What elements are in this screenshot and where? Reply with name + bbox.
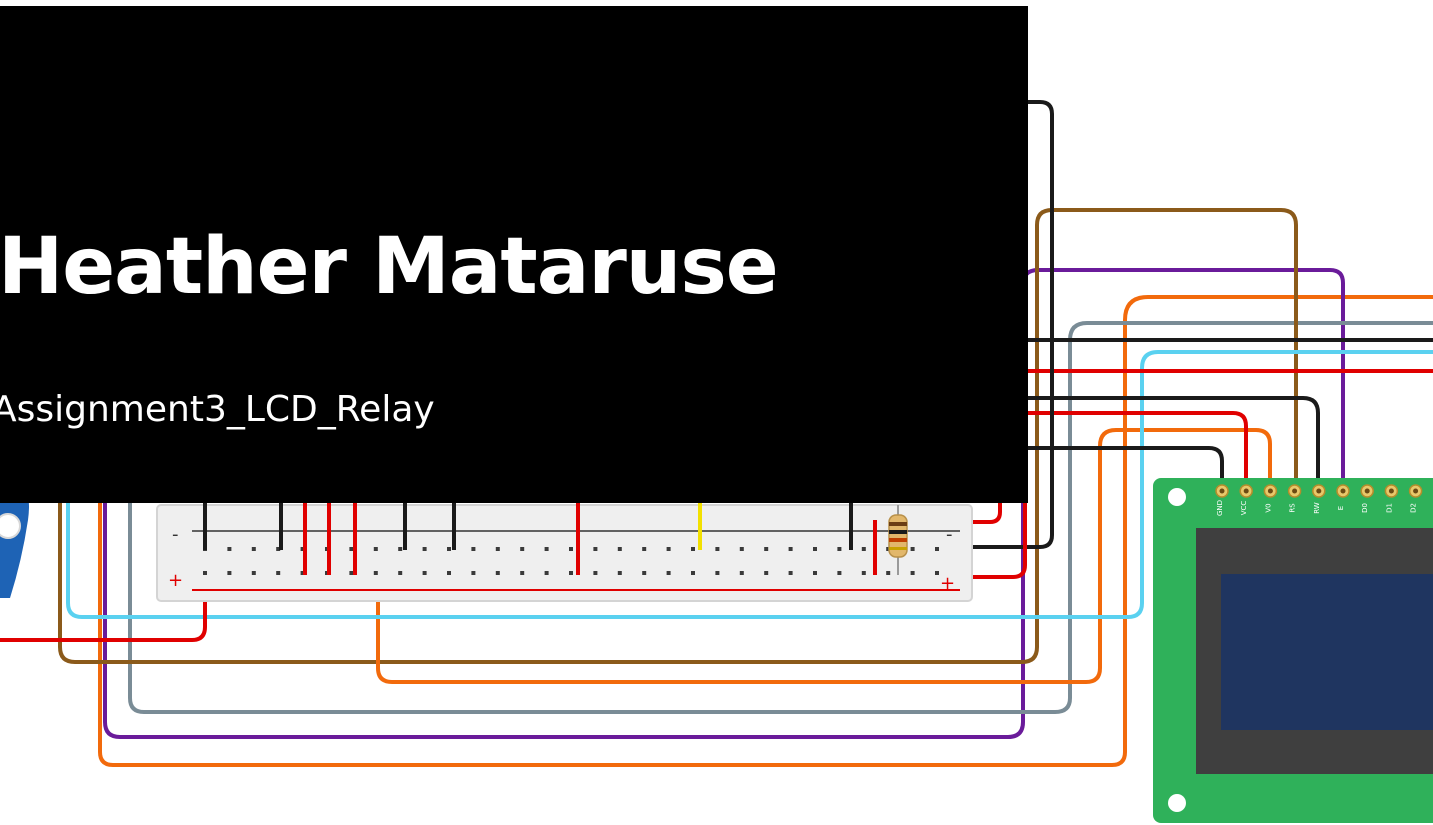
breadboard-minus-label: - [172,524,179,545]
lcd-pin-label: D1 [1385,503,1393,513]
breadboard-hole [227,571,232,575]
breadboard-hole [837,547,842,551]
breadboard-hole [861,547,866,551]
lcd-pin-hole [1219,488,1225,494]
breadboard-hole [837,571,842,575]
page-subtitle: Assignment3_LCD_Relay [0,389,435,430]
lcd-pin-label: RW [1313,502,1321,514]
arduino-hole [0,513,21,539]
breadboard-hole [349,571,354,575]
breadboard-hole [666,547,671,551]
lcd-pin-label: RS [1289,503,1297,513]
breadboard-hole [691,547,695,551]
breadboard-hole [788,571,793,575]
breadboard-hole [691,571,695,575]
breadboard-hole [447,571,451,575]
breadboard-hole [520,547,525,551]
title-card: Heather Mataruse Assignment3_LCD_Relay [0,6,1028,503]
breadboard-hole [642,547,647,551]
lcd-mount-hole-bottom [1168,794,1186,812]
breadboard-hole [544,571,549,575]
lcd-pin-label: V0 [1264,503,1272,512]
breadboard-hole [203,571,207,575]
breadboard-hole [764,571,769,575]
lcd-pin-hole [1388,488,1394,494]
breadboard-hole [617,571,622,575]
breadboard-hole [813,547,817,551]
breadboard-hole [398,547,403,551]
breadboard-hole [666,571,671,575]
breadboard-hole [398,571,403,575]
breadboard-minus-label-right: - [946,524,953,545]
breadboard-hole [617,547,622,551]
breadboard-plus-label-right: + [940,573,955,594]
breadboard-hole [813,571,817,575]
breadboard-plus-label: + [168,570,183,591]
lcd-pin-hole [1364,488,1370,494]
breadboard-hole [495,547,500,551]
breadboard-hole [373,547,378,551]
breadboard-hole [886,571,891,575]
lcd-pin-hole [1316,488,1322,494]
lcd-pin-hole [1243,488,1249,494]
lcd-pin-hole [1340,488,1346,494]
breadboard-hole [544,547,549,551]
breadboard-hole [764,547,769,551]
breadboard-hole [373,571,378,575]
breadboard-hole [495,571,500,575]
breadboard-hole [715,571,720,575]
breadboard-hole [593,571,598,575]
breadboard-hole [642,571,647,575]
breadboard-hole [471,547,476,551]
breadboard-hole [251,547,256,551]
breadboard-hole [569,547,573,551]
lcd-mount-hole-top [1168,488,1186,506]
breadboard-hole [471,571,476,575]
breadboard-hole [910,571,915,575]
breadboard-hole [935,571,939,575]
breadboard-hole [861,571,866,575]
lcd-pin-hole [1267,488,1273,494]
lcd-screen [1221,574,1433,730]
breadboard-hole [593,547,598,551]
lcd-pin-label: E [1337,506,1345,510]
breadboard-hole [251,571,256,575]
breadboard-hole [520,571,525,575]
lcd-pin-hole [1292,488,1298,494]
breadboard-hole [569,571,573,575]
resistor-band-1 [889,522,907,526]
breadboard-hole [910,547,915,551]
lcd-pin-label: D2 [1410,503,1418,513]
resistor-band-2 [889,530,907,534]
breadboard-hole [276,571,281,575]
resistor-band-3 [889,538,907,542]
lcd-pin-label: D0 [1361,503,1369,513]
breadboard-hole [788,547,793,551]
breadboard-hole [739,547,744,551]
lcd-pin-hole [1413,488,1419,494]
breadboard-hole [422,571,427,575]
lcd-pin-label: GND [1216,500,1224,516]
page-title: Heather Mataruse [0,222,779,312]
breadboard-hole [227,547,232,551]
breadboard-hole [935,547,939,551]
breadboard-hole [349,547,354,551]
breadboard-hole [447,547,451,551]
breadboard-hole [422,547,427,551]
breadboard-hole [739,571,744,575]
lcd-pin-label: VCC [1240,501,1248,516]
breadboard-hole [715,547,720,551]
resistor-band-4 [889,547,907,550]
resistor [888,514,908,558]
